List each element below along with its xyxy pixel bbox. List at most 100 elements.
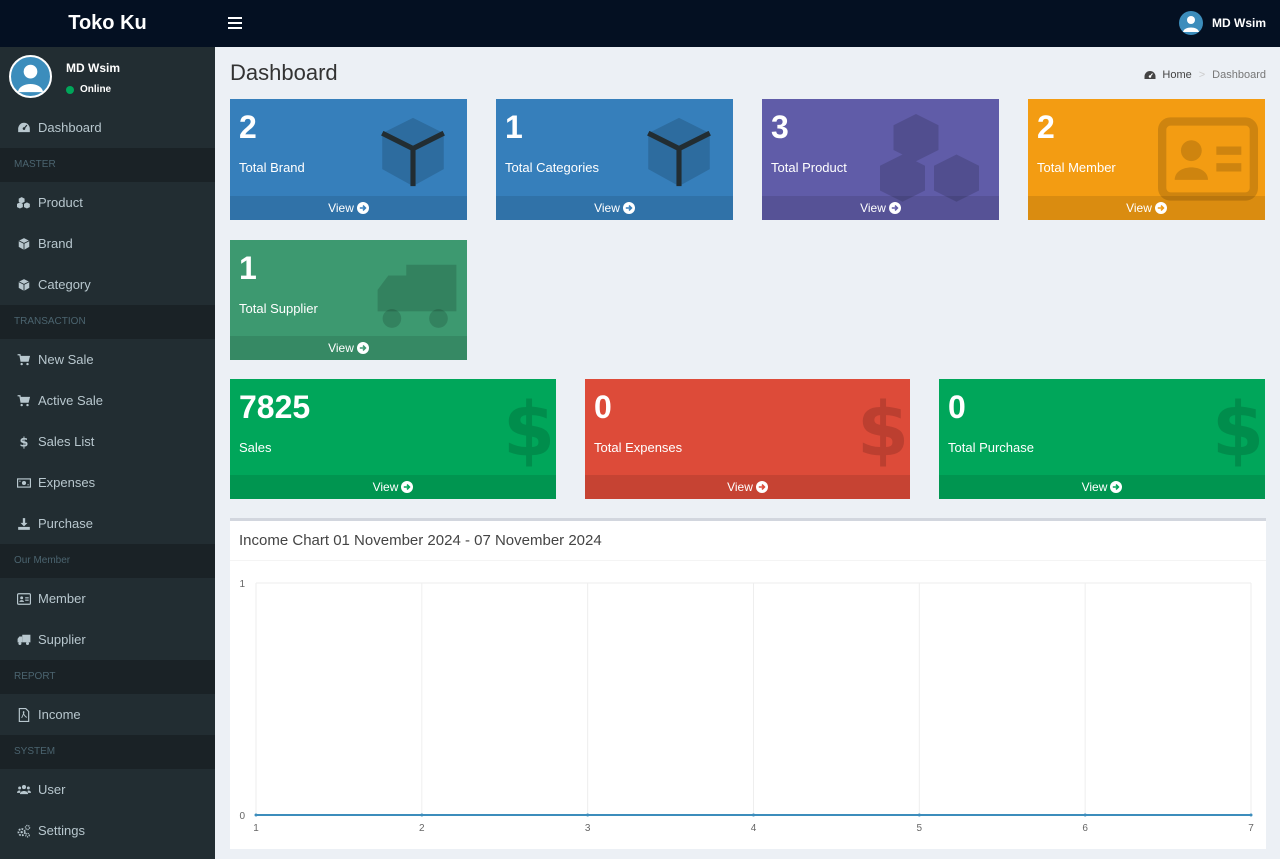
stat-label: Total Purchase <box>948 440 1034 455</box>
sidebar-item-active-sale[interactable]: Active Sale <box>0 380 215 421</box>
stat-box-total-purchase: 0 Total Purchase $ View <box>939 379 1265 499</box>
cart-icon <box>17 394 31 408</box>
user-menu-name: MD Wsim <box>1212 16 1266 30</box>
stat-box-total-product: 3 Total Product View <box>762 99 999 220</box>
view-more-link[interactable]: View <box>230 336 467 360</box>
sidebar-item-purchase[interactable]: Purchase <box>0 503 215 544</box>
chart-data-point <box>752 813 755 817</box>
sidebar-toggle-button[interactable] <box>228 14 242 32</box>
view-more-link[interactable]: View <box>230 196 467 220</box>
breadcrumb-home-label: Home <box>1162 69 1192 81</box>
sidebar-section-header: TRANSACTION <box>0 305 215 339</box>
user-avatar-icon <box>9 55 52 98</box>
user-menu[interactable]: MD Wsim <box>1179 11 1266 35</box>
stat-value: 1 <box>505 109 523 145</box>
chart-data-point <box>917 813 921 817</box>
chart-x-tick-label: 1 <box>253 823 259 834</box>
sidebar-item-label: Settings <box>38 823 85 838</box>
stat-value: 3 <box>771 109 789 145</box>
sidebar-item-category[interactable]: Category <box>0 264 215 305</box>
svg-text:$: $ <box>857 387 909 469</box>
breadcrumb-home-link[interactable]: Home <box>1144 69 1192 81</box>
view-more-link[interactable]: View <box>939 475 1265 499</box>
chart-data-point <box>1083 813 1087 817</box>
stat-box-total-brand: 2 Total Brand View <box>230 99 467 220</box>
chart-x-tick-label: 2 <box>419 823 425 834</box>
sidebar-item-product[interactable]: Product <box>0 182 215 223</box>
dashboard-icon <box>17 121 31 135</box>
arrow-circle-right-icon <box>755 481 768 493</box>
chart-data-point <box>420 813 424 817</box>
sidebar-item-label: New Sale <box>38 352 94 367</box>
status-text: Online <box>80 84 112 95</box>
sidebar-item-label: Active Sale <box>38 393 104 408</box>
sidebar-item-expenses[interactable]: Expenses <box>0 462 215 503</box>
sidebar-item-supplier[interactable]: Supplier <box>0 619 215 660</box>
hamburger-icon-line <box>228 22 242 24</box>
chart-x-tick-label: 3 <box>585 823 591 834</box>
sidebar-item-label: Category <box>38 277 91 292</box>
view-link-label: View <box>328 201 354 215</box>
breadcrumb-current: Dashboard <box>1212 69 1266 81</box>
sidebar-item-new-sale[interactable]: New Sale <box>0 339 215 380</box>
users-icon <box>17 783 31 797</box>
stat-label: Total Categories <box>505 160 599 175</box>
arrow-circle-right-icon <box>356 202 369 214</box>
truck-icon <box>17 633 31 647</box>
online-status: Online <box>66 84 111 95</box>
sidebar-menu: Dashboard MASTER Product Brand Category TRANS… <box>0 107 215 851</box>
income-chart: 011 2 3 4 5 6 7 <box>239 579 1254 834</box>
sidebar-user-panel: MD Wsim Online <box>0 47 215 107</box>
status-dot-icon <box>66 85 74 94</box>
truck-icon <box>374 254 460 345</box>
stat-value: 2 <box>1037 109 1055 145</box>
app-logo[interactable]: Toko Ku <box>0 0 215 47</box>
sidebar-item-dashboard[interactable]: Dashboard <box>0 107 215 148</box>
view-more-link[interactable]: View <box>1028 196 1265 220</box>
page-title: Dashboard <box>230 60 338 85</box>
sidebar-item-user[interactable]: User <box>0 769 215 810</box>
view-link-label: View <box>372 480 399 494</box>
dashboard-icon <box>1144 71 1156 79</box>
sidebar-item-settings[interactable]: Settings <box>0 810 215 851</box>
view-link-label: View <box>1126 201 1152 215</box>
chart-data-point <box>586 813 590 817</box>
sidebar-section-header: SYSTEM <box>0 735 215 769</box>
view-more-link[interactable]: View <box>762 196 999 220</box>
sidebar-item-brand[interactable]: Brand <box>0 223 215 264</box>
stat-value: 7825 <box>239 389 311 425</box>
svg-text:$: $ <box>20 435 29 448</box>
view-more-link[interactable]: View <box>230 475 556 499</box>
dollar-icon: $ <box>842 385 910 474</box>
svg-text:$: $ <box>1212 387 1264 469</box>
cube-icon <box>638 111 720 198</box>
view-link-label: View <box>594 201 620 215</box>
sidebar-item-label: User <box>38 782 66 797</box>
view-more-link[interactable]: View <box>585 475 910 499</box>
view-more-link[interactable]: View <box>496 196 733 220</box>
sidebar-item-sales-list[interactable]: $ Sales List <box>0 421 215 462</box>
sidebar-item-income[interactable]: Income <box>0 694 215 735</box>
id-card-icon <box>17 592 31 606</box>
arrow-circle-right-icon <box>1154 202 1167 214</box>
sidebar-item-label: Member <box>38 591 86 606</box>
stat-label: Total Product <box>771 160 847 175</box>
chart-data-point <box>254 813 258 817</box>
cube-icon <box>17 237 31 251</box>
top-navbar: Toko Ku MD Wsim <box>0 0 1280 47</box>
arrow-circle-right-icon <box>622 202 635 214</box>
view-link-label: View <box>328 341 354 355</box>
sidebar-item-member[interactable]: Member <box>0 578 215 619</box>
sidebar-item-label: Brand <box>38 236 73 251</box>
dollar-icon: $ <box>17 435 31 448</box>
user-avatar-icon <box>1179 11 1203 35</box>
chart-x-tick-label: 6 <box>1082 823 1088 834</box>
stat-label: Total Expenses <box>594 440 683 455</box>
sidebar-item-label: Income <box>38 707 81 722</box>
view-link-label: View <box>1081 480 1108 494</box>
stat-value: 0 <box>948 389 966 425</box>
stat-box-total-supplier: 1 Total Supplier View <box>230 240 467 360</box>
cube-icon <box>17 278 31 292</box>
sidebar-section-header: REPORT <box>0 660 215 694</box>
sidebar-section-header: MASTER <box>0 148 215 182</box>
